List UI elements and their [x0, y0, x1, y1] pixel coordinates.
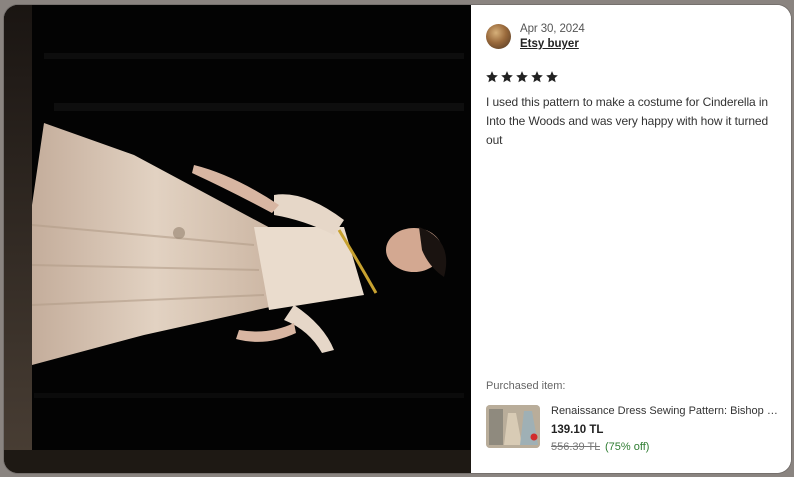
star-icon — [486, 71, 498, 83]
review-photo-image — [4, 5, 471, 473]
review-panel: Apr 30, 2024 Etsy buyer I used this patt… — [471, 5, 791, 473]
reviewer-link[interactable]: Etsy buyer — [520, 38, 579, 50]
product-price: 139.10 TL — [551, 424, 604, 436]
review-card: Apr 30, 2024 Etsy buyer I used this patt… — [4, 5, 791, 473]
star-icon — [546, 71, 558, 83]
review-date: Apr 30, 2024 — [520, 23, 585, 35]
product-thumbnail — [486, 405, 540, 448]
product-original-price: 556.39 TL — [551, 441, 600, 453]
purchased-item-label: Purchased item: — [486, 380, 566, 392]
star-icon — [501, 71, 513, 83]
star-icon — [516, 71, 528, 83]
star-rating — [485, 70, 559, 86]
purchased-item-link[interactable]: Renaissance Dress Sewing Pattern: Bishop… — [486, 402, 784, 453]
review-text: I used this pattern to make a costume fo… — [486, 95, 769, 147]
avatar — [486, 24, 511, 49]
star-icon — [531, 71, 543, 83]
product-discount: (75% off) — [605, 441, 650, 453]
review-photo[interactable] — [4, 5, 471, 473]
product-title: Renaissance Dress Sewing Pattern: Bishop… — [551, 405, 783, 417]
product-original-price-row: 556.39 TL (75% off) — [551, 441, 649, 453]
